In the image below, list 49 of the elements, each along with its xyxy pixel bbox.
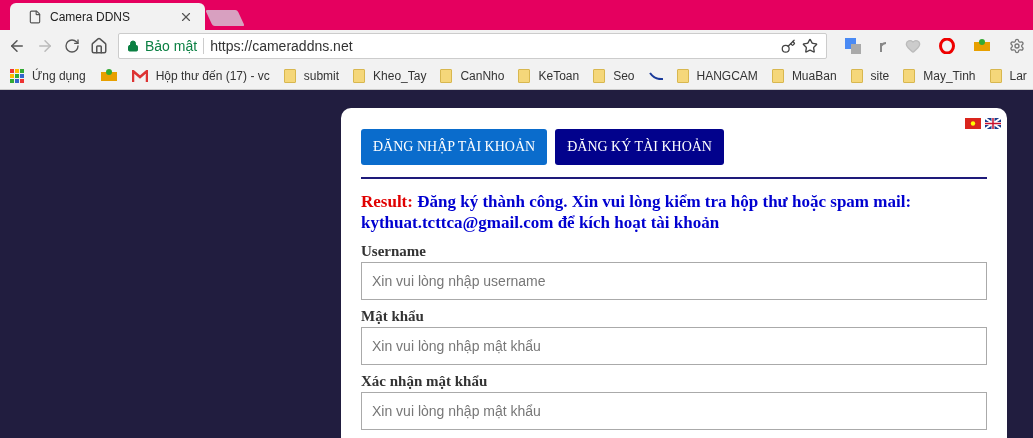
reload-icon[interactable] (64, 38, 80, 54)
bookmark-link[interactable]: submit (303, 68, 340, 83)
account-tab[interactable]: ĐĂNG NHẬP TÀI KHOẢN (361, 129, 548, 165)
url-text: https://cameraddns.net (210, 38, 354, 54)
bookmark-link[interactable]: site (870, 68, 890, 83)
input-field[interactable]: Xin vui lòng nhập username (361, 262, 987, 300)
settings-icon[interactable] (1009, 38, 1025, 54)
bookmark-link[interactable]: Ứng dụng (32, 68, 86, 83)
uk-flag-icon[interactable] (985, 118, 1001, 129)
key-icon[interactable] (781, 38, 796, 54)
bookmark-link[interactable]: May_Tinh (923, 68, 976, 83)
bookmark-link[interactable]: Seo (613, 68, 635, 83)
security-label: Bảo mật (145, 38, 198, 54)
bookmark-link[interactable]: KeToan (538, 68, 580, 83)
back-icon[interactable] (8, 37, 26, 55)
bookmark-link[interactable]: MuaBan (791, 68, 837, 83)
lock-icon (127, 40, 139, 52)
vietnam-flag-icon[interactable] (965, 118, 981, 129)
folder-icon (440, 68, 453, 83)
folder-icon (771, 68, 784, 83)
opera-icon[interactable] (939, 38, 955, 54)
bookmark-link[interactable]: Kheo_Tay (373, 68, 427, 83)
home-icon[interactable] (90, 37, 108, 55)
bookmark-link[interactable]: HANGCAM (696, 68, 758, 83)
folder-icon (353, 68, 366, 83)
bookmark-link[interactable]: Lar (1009, 68, 1027, 83)
account-tab[interactable]: ĐĂNG KÝ TÀI KHOẢN (555, 129, 724, 165)
address-bar[interactable]: Bảo mật https://cameraddns.net (118, 33, 827, 59)
swoosh-icon (648, 71, 663, 80)
folder-icon (593, 68, 606, 83)
input-field[interactable]: Xin vui lòng nhập mật khẩu (361, 327, 987, 365)
folder-icon (676, 68, 689, 83)
input-field[interactable]: Xin vui lòng nhập mật khẩu (361, 392, 987, 430)
result-message: Result: Đăng ký thành công. Xin vui lòng kiểm tra hộp thư hoặc spam mail: kythuat.tcttca@gmail.com để kích hoạt tài khoản (361, 191, 913, 233)
field-label: Mật khẩu (361, 308, 425, 325)
folder-icon (850, 68, 863, 83)
browser-tab[interactable]: Camera DDNS (10, 3, 205, 30)
folder-icon (989, 68, 1002, 83)
bookmark-link[interactable]: CanNho (460, 68, 505, 83)
folder-icon (903, 68, 916, 83)
folder-icon (283, 68, 296, 83)
star-icon[interactable] (802, 38, 818, 54)
mail-icon (131, 69, 148, 82)
folder-icon (518, 68, 531, 83)
field-label: Username (361, 243, 427, 260)
field-label: Xác nhận mật khẩu (361, 373, 489, 390)
page-icon (28, 9, 42, 24)
bookmark-link[interactable]: Hộp thư đến (17) - vc (155, 68, 270, 83)
apps-grid-icon (10, 68, 24, 83)
